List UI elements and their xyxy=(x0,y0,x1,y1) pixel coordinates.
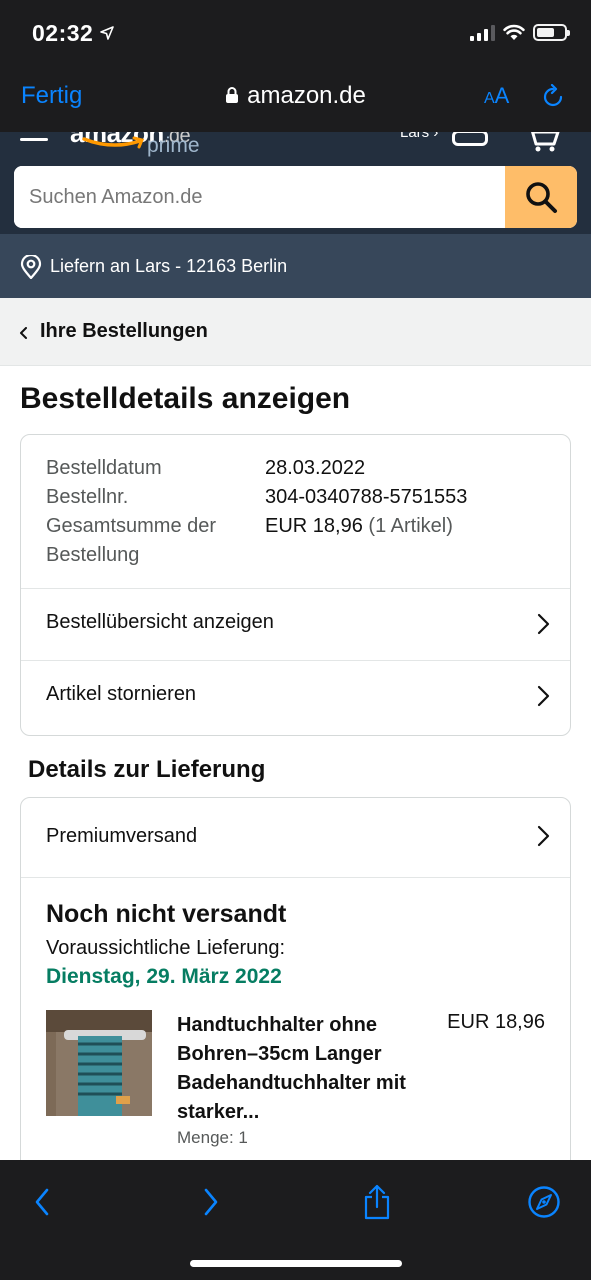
delivery-card: Premiumversand Noch nicht versandt Vorau… xyxy=(20,797,571,1160)
share-button[interactable] xyxy=(357,1182,397,1222)
shipment-status: Noch nicht versandt xyxy=(46,900,287,928)
shipping-method-label: Premiumversand xyxy=(46,825,198,847)
text-size-button[interactable]: AA xyxy=(484,83,509,109)
deliver-to-bar[interactable]: Liefern an Lars - 12163 Berlin xyxy=(0,234,591,298)
eta-date: Dienstag, 29. März 2022 xyxy=(46,965,282,988)
compass-icon xyxy=(528,1186,560,1218)
chevron-right-icon xyxy=(537,685,550,707)
page-title: Bestelldetails anzeigen xyxy=(20,382,351,415)
view-order-summary-label: Bestellübersicht anzeigen xyxy=(46,611,274,633)
shipping-method-link[interactable]: Premiumversand xyxy=(21,798,570,878)
account-link[interactable]: Lars › xyxy=(400,132,438,141)
prime-label: prime xyxy=(147,134,200,157)
deliver-to-text: Liefern an Lars - 12163 Berlin xyxy=(50,256,288,276)
bookmarks-button[interactable] xyxy=(524,1182,564,1222)
product-image[interactable] xyxy=(46,1010,152,1116)
status-bar: 02:32 xyxy=(0,0,591,70)
search-icon xyxy=(526,182,557,213)
status-icons xyxy=(470,24,570,41)
eta-label: Voraussichtliche Lieferung: xyxy=(46,937,286,959)
order-date-label: Bestelldatum xyxy=(46,457,162,479)
breadcrumb-label: Ihre Bestellungen xyxy=(40,320,208,342)
amazon-header: amazon.de prime Lars › Suchen Amazon.de … xyxy=(0,132,591,298)
delivery-section-title: Details zur Lieferung xyxy=(28,756,266,783)
order-info: Bestelldatum 28.03.2022 Bestellnr. 304-0… xyxy=(46,454,550,570)
order-item-count: (1 Artikel) xyxy=(368,515,453,537)
share-icon xyxy=(364,1184,390,1220)
order-number-label: Bestellnr. xyxy=(46,486,129,508)
product-price: EUR 18,96 xyxy=(447,1011,545,1033)
order-total-label: Gesamtsumme der Bestellung xyxy=(46,515,217,566)
wifi-icon xyxy=(503,24,525,40)
lock-icon xyxy=(226,87,239,103)
chevron-right-icon xyxy=(537,825,550,847)
product-title-link[interactable]: Handtuchhalter ohne Bohren–35cm Langer B… xyxy=(177,1011,422,1127)
order-total-value: EUR 18,96 xyxy=(265,515,363,537)
status-time: 02:32 xyxy=(32,20,94,46)
url-text: amazon.de xyxy=(247,82,366,109)
amazon-smile-icon xyxy=(82,136,145,149)
chevron-right-icon xyxy=(537,613,550,635)
order-date-value: 28.03.2022 xyxy=(265,457,366,479)
cart-icon[interactable] xyxy=(524,132,560,152)
reload-icon[interactable] xyxy=(540,84,566,110)
product-quantity: Menge: 1 xyxy=(177,1128,248,1147)
search-button[interactable] xyxy=(505,166,577,228)
back-button[interactable] xyxy=(22,1182,62,1222)
search-box xyxy=(14,166,577,228)
cancel-items-label: Artikel stornieren xyxy=(46,683,197,705)
search-input[interactable] xyxy=(14,166,505,228)
menu-icon[interactable] xyxy=(20,132,48,144)
forward-icon xyxy=(204,1188,218,1216)
web-page: amazon.de prime Lars › Suchen Amazon.de … xyxy=(0,132,591,1160)
view-order-summary-link[interactable]: Bestellübersicht anzeigen xyxy=(21,588,570,660)
home-indicator[interactable] xyxy=(190,1260,402,1267)
location-pin-icon xyxy=(20,255,42,279)
back-icon xyxy=(35,1188,49,1216)
safari-address-bar: Fertig amazon.de AA xyxy=(0,70,591,132)
account-icon[interactable] xyxy=(452,132,488,146)
battery-icon xyxy=(533,24,570,41)
location-arrow-icon xyxy=(100,26,114,40)
signal-icon xyxy=(470,24,495,41)
order-summary-card: Bestelldatum 28.03.2022 Bestellnr. 304-0… xyxy=(20,434,571,736)
cancel-items-link[interactable]: Artikel stornieren xyxy=(21,660,570,732)
chevron-left-icon xyxy=(20,327,27,339)
order-number-value: 304-0340788-5751553 xyxy=(265,486,468,508)
forward-button[interactable] xyxy=(191,1182,231,1222)
breadcrumb[interactable]: Ihre Bestellungen xyxy=(0,298,591,366)
